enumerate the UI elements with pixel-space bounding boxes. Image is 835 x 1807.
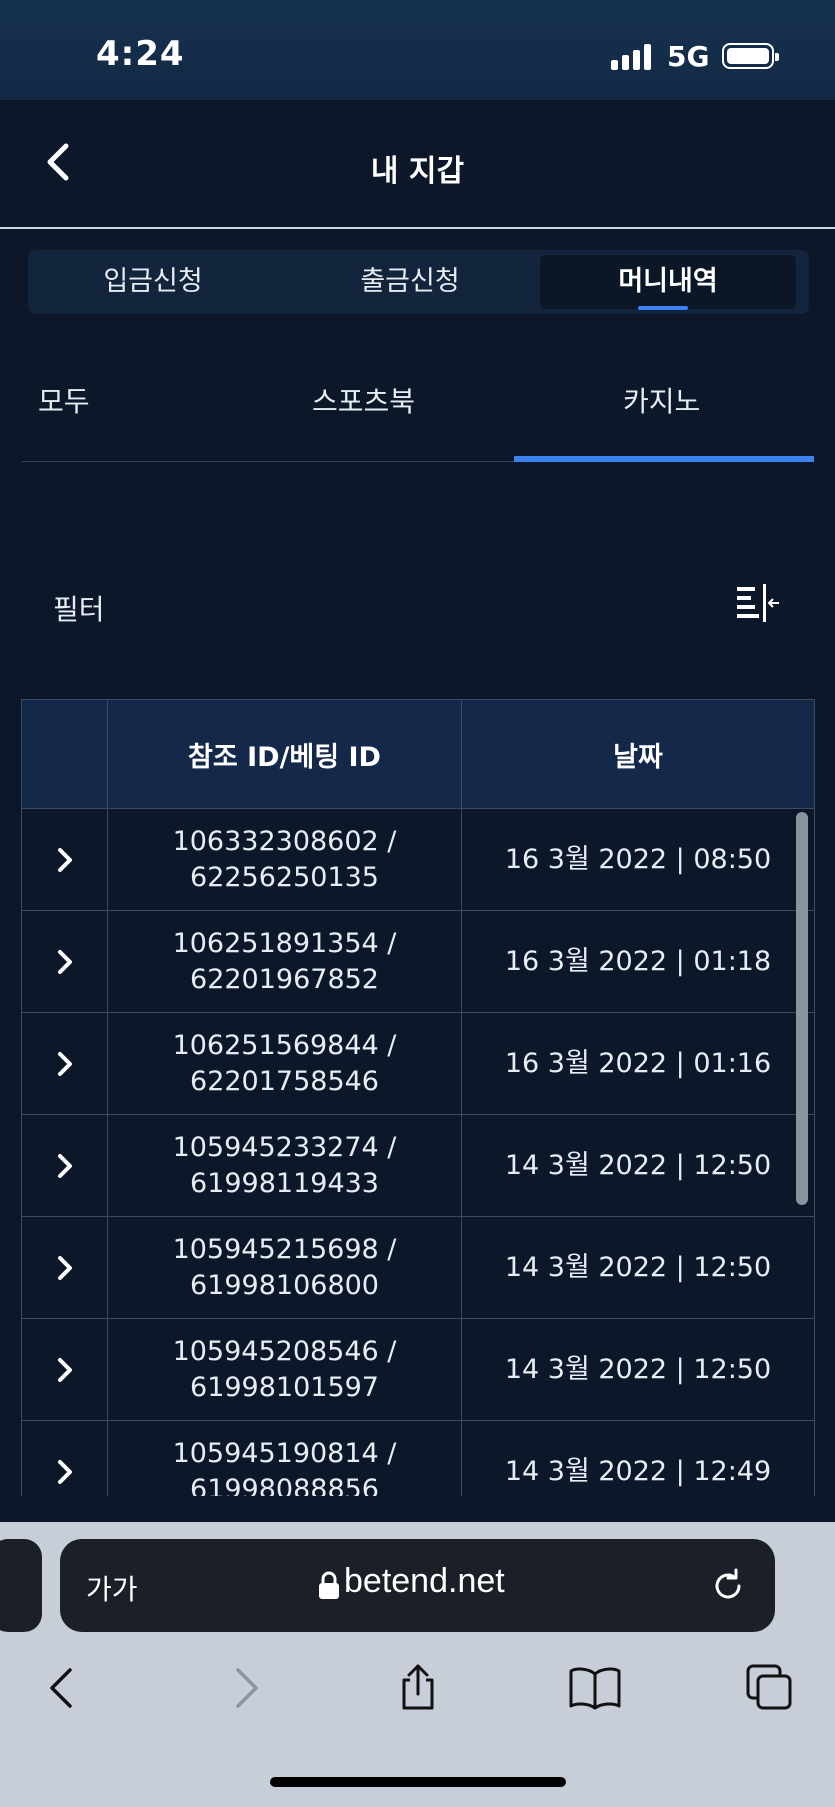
chevron-right-icon <box>57 949 72 974</box>
ref-id: 106332308602 / <box>172 825 397 857</box>
table-row[interactable]: 106251891354 / 62201967852 16 3월 2022 | 0… <box>21 910 815 1013</box>
browser-back-icon[interactable] <box>40 1664 88 1712</box>
table-row[interactable]: 105945208546 / 61998101597 14 3월 2022 | 1… <box>21 1318 815 1421</box>
previous-tab-preview[interactable] <box>0 1539 42 1632</box>
tab-deposit[interactable]: 입금신청 <box>33 255 273 309</box>
ref-id: 105945215698 / <box>172 1233 397 1265</box>
date-cell: 14 3월 2022 | 12:50 <box>461 1216 815 1319</box>
subtab-active-indicator <box>514 456 814 462</box>
page-title: 내 지갑 <box>370 154 465 189</box>
ref-id: 106251569844 / <box>172 1029 397 1061</box>
ref-id: 105945190814 / <box>172 1437 397 1469</box>
table-header-expand <box>21 699 108 809</box>
ref-id: 106251891354 / <box>172 927 397 959</box>
subtab-casino[interactable]: 카지노 <box>623 380 700 420</box>
chevron-right-icon <box>57 1357 72 1382</box>
table-row[interactable]: 105945215698 / 61998106800 14 3월 2022 | 1… <box>21 1216 815 1319</box>
expand-row-button[interactable] <box>21 910 108 1013</box>
lock-icon <box>318 1570 340 1600</box>
reload-icon[interactable] <box>709 1566 749 1606</box>
date-cell: 14 3월 2022 | 12:49 <box>461 1420 815 1496</box>
chevron-right-icon <box>57 847 72 872</box>
ref-id: 105945208546 / <box>172 1335 397 1367</box>
money-history-table: 참조 ID/베팅 ID 날짜 106332308602 / 62256250135… <box>21 699 815 1496</box>
text-size-button[interactable]: 가가 <box>86 1568 138 1608</box>
status-time: 4:24 <box>96 34 185 74</box>
bet-id: 62201967852 <box>190 963 379 995</box>
table-scrollbar[interactable] <box>796 812 808 1205</box>
battery-icon <box>722 43 779 69</box>
expand-row-button[interactable] <box>21 1318 108 1421</box>
tabs-icon[interactable] <box>746 1664 794 1712</box>
date-cell: 14 3월 2022 | 12:50 <box>461 1114 815 1217</box>
expand-row-button[interactable] <box>21 1216 108 1319</box>
filter-label: 필터 <box>53 593 105 626</box>
tab-money-history[interactable]: 머니내역 <box>540 255 796 309</box>
table-header-row: 참조 ID/베팅 ID 날짜 <box>21 699 815 809</box>
date-cell: 14 3월 2022 | 12:50 <box>461 1318 815 1421</box>
date-cell: 16 3월 2022 | 01:18 <box>461 910 815 1013</box>
ref-id-cell: 106251569844 / 62201758546 <box>107 1012 462 1115</box>
table-header-date: 날짜 <box>461 699 815 809</box>
expand-row-button[interactable] <box>21 808 108 911</box>
subtab-sportsbook[interactable]: 스포츠북 <box>312 380 415 420</box>
bet-id: 61998106800 <box>190 1269 379 1301</box>
chevron-right-icon <box>57 1051 72 1076</box>
table-row[interactable]: 105945233274 / 61998119433 14 3월 2022 | 1… <box>21 1114 815 1217</box>
bet-id: 61998101597 <box>190 1371 379 1403</box>
chevron-right-icon <box>57 1153 72 1178</box>
table-row[interactable]: 106251569844 / 62201758546 16 3월 2022 | 0… <box>21 1012 815 1115</box>
subtab-all[interactable]: 모두 <box>38 380 90 420</box>
table-row[interactable]: 106332308602 / 62256250135 16 3월 2022 | 0… <box>21 808 815 911</box>
browser-forward-icon[interactable] <box>220 1664 268 1712</box>
network-label: 5G <box>667 40 710 73</box>
share-icon[interactable] <box>394 1664 442 1712</box>
chevron-right-icon <box>57 1255 72 1280</box>
expand-row-button[interactable] <box>21 1012 108 1115</box>
bookmarks-icon[interactable] <box>568 1664 621 1712</box>
ref-id-cell: 105945233274 / 61998119433 <box>107 1114 462 1217</box>
date-cell: 16 3월 2022 | 01:16 <box>461 1012 815 1115</box>
filter-icon[interactable] <box>735 584 781 624</box>
chevron-right-icon <box>57 1459 72 1484</box>
expand-row-button[interactable] <box>21 1420 108 1496</box>
bet-id: 62201758546 <box>190 1065 379 1097</box>
ref-id-cell: 105945208546 / 61998101597 <box>107 1318 462 1421</box>
signal-icon <box>611 44 653 70</box>
expand-row-button[interactable] <box>21 1114 108 1217</box>
tab-withdraw[interactable]: 출금신청 <box>290 255 530 309</box>
bet-id: 61998119433 <box>190 1167 379 1199</box>
table-header-ref-id: 참조 ID/베팅 ID <box>107 699 462 809</box>
date-cell: 16 3월 2022 | 08:50 <box>461 808 815 911</box>
bet-id: 61998088856 <box>190 1473 379 1497</box>
ref-id-cell: 106332308602 / 62256250135 <box>107 808 462 911</box>
url-text[interactable]: betend.net <box>344 1562 505 1601</box>
ref-id: 105945233274 / <box>172 1131 397 1163</box>
bet-id: 62256250135 <box>190 861 379 893</box>
ref-id-cell: 106251891354 / 62201967852 <box>107 910 462 1013</box>
ref-id-cell: 105945190814 / 61998088856 <box>107 1420 462 1497</box>
table-viewport: 참조 ID/베팅 ID 날짜 106332308602 / 62256250135… <box>0 699 835 1496</box>
table-row[interactable]: 105945190814 / 61998088856 14 3월 2022 | 1… <box>21 1420 815 1497</box>
ref-id-cell: 105945215698 / 61998106800 <box>107 1216 462 1319</box>
home-indicator <box>270 1777 566 1787</box>
active-tab-indicator <box>638 306 688 310</box>
